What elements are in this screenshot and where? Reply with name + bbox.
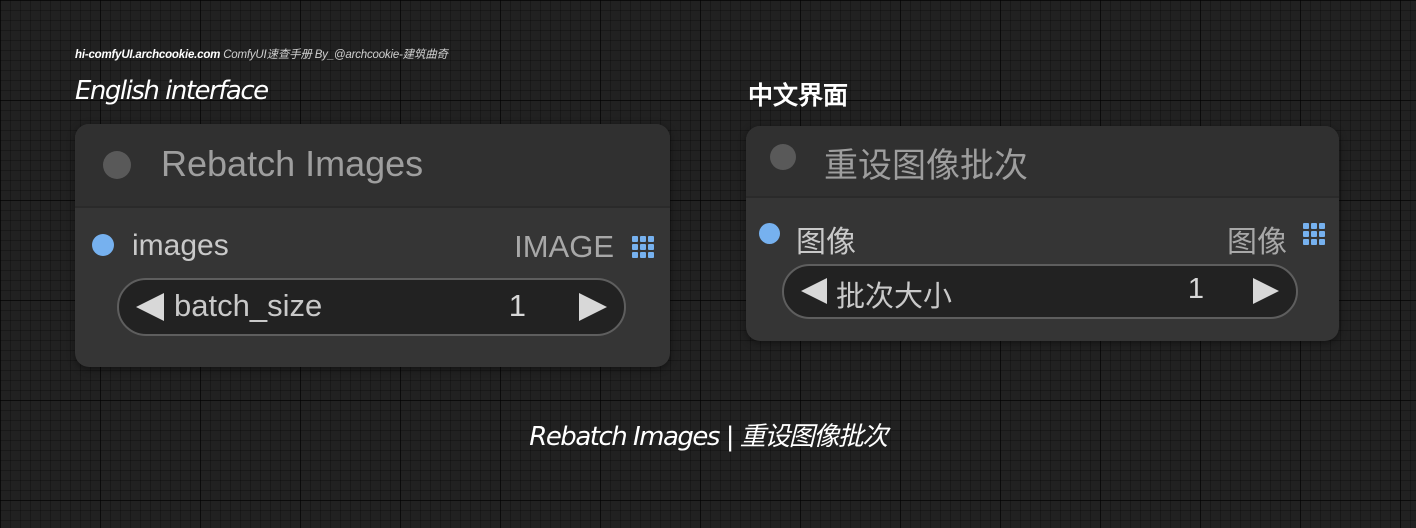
batch-size-value[interactable]: 1 [1188, 273, 1204, 306]
decrement-arrow-icon[interactable] [136, 293, 164, 321]
watermark-credit: ComfyUI速查手册 By_@archcookie-建筑曲奇 [223, 49, 448, 61]
node-title: 重设图像批次 [824, 146, 1028, 186]
english-interface-label: English interface [75, 76, 269, 106]
batch-size-label: 批次大小 [836, 279, 953, 313]
node-title: Rebatch Images [161, 143, 424, 184]
batch-size-label: batch_size [174, 288, 323, 323]
image-output-label: 图像 [1227, 225, 1287, 260]
increment-arrow-icon[interactable] [579, 293, 607, 321]
batch-size-widget[interactable]: batch_size 1 [117, 278, 626, 336]
image-output-label: IMAGE [514, 229, 614, 264]
increment-arrow-icon[interactable] [1253, 278, 1279, 304]
image-input-slot[interactable] [759, 223, 780, 244]
batch-size-value[interactable]: 1 [509, 288, 526, 324]
rebatch-images-node-chinese[interactable]: 重设图像批次 图像 图像 批次大小 1 [746, 126, 1339, 341]
batch-size-widget[interactable]: 批次大小 1 [782, 264, 1298, 319]
image-input-label: 图像 [796, 225, 856, 260]
watermark: hi-comfyUI.archcookie.com ComfyUI速查手册 By… [75, 46, 448, 62]
chinese-interface-label: 中文界面 [748, 81, 849, 110]
node-header[interactable]: 重设图像批次 [746, 126, 1339, 198]
node-collapse-dot[interactable] [103, 151, 131, 179]
node-collapse-dot[interactable] [770, 144, 796, 170]
images-input-label: images [132, 229, 229, 262]
rebatch-images-node-english[interactable]: Rebatch Images images IMAGE batch_size 1 [75, 124, 670, 367]
decrement-arrow-icon[interactable] [801, 278, 827, 304]
node-header[interactable]: Rebatch Images [75, 124, 670, 208]
images-input-slot[interactable] [92, 234, 114, 256]
image-output-grid-icon[interactable] [1303, 223, 1325, 245]
watermark-site: hi-comfyUI.archcookie.com [75, 49, 221, 61]
image-output-grid-icon[interactable] [632, 236, 654, 258]
caption: Rebatch Images | 重设图像批次 [529, 422, 888, 452]
